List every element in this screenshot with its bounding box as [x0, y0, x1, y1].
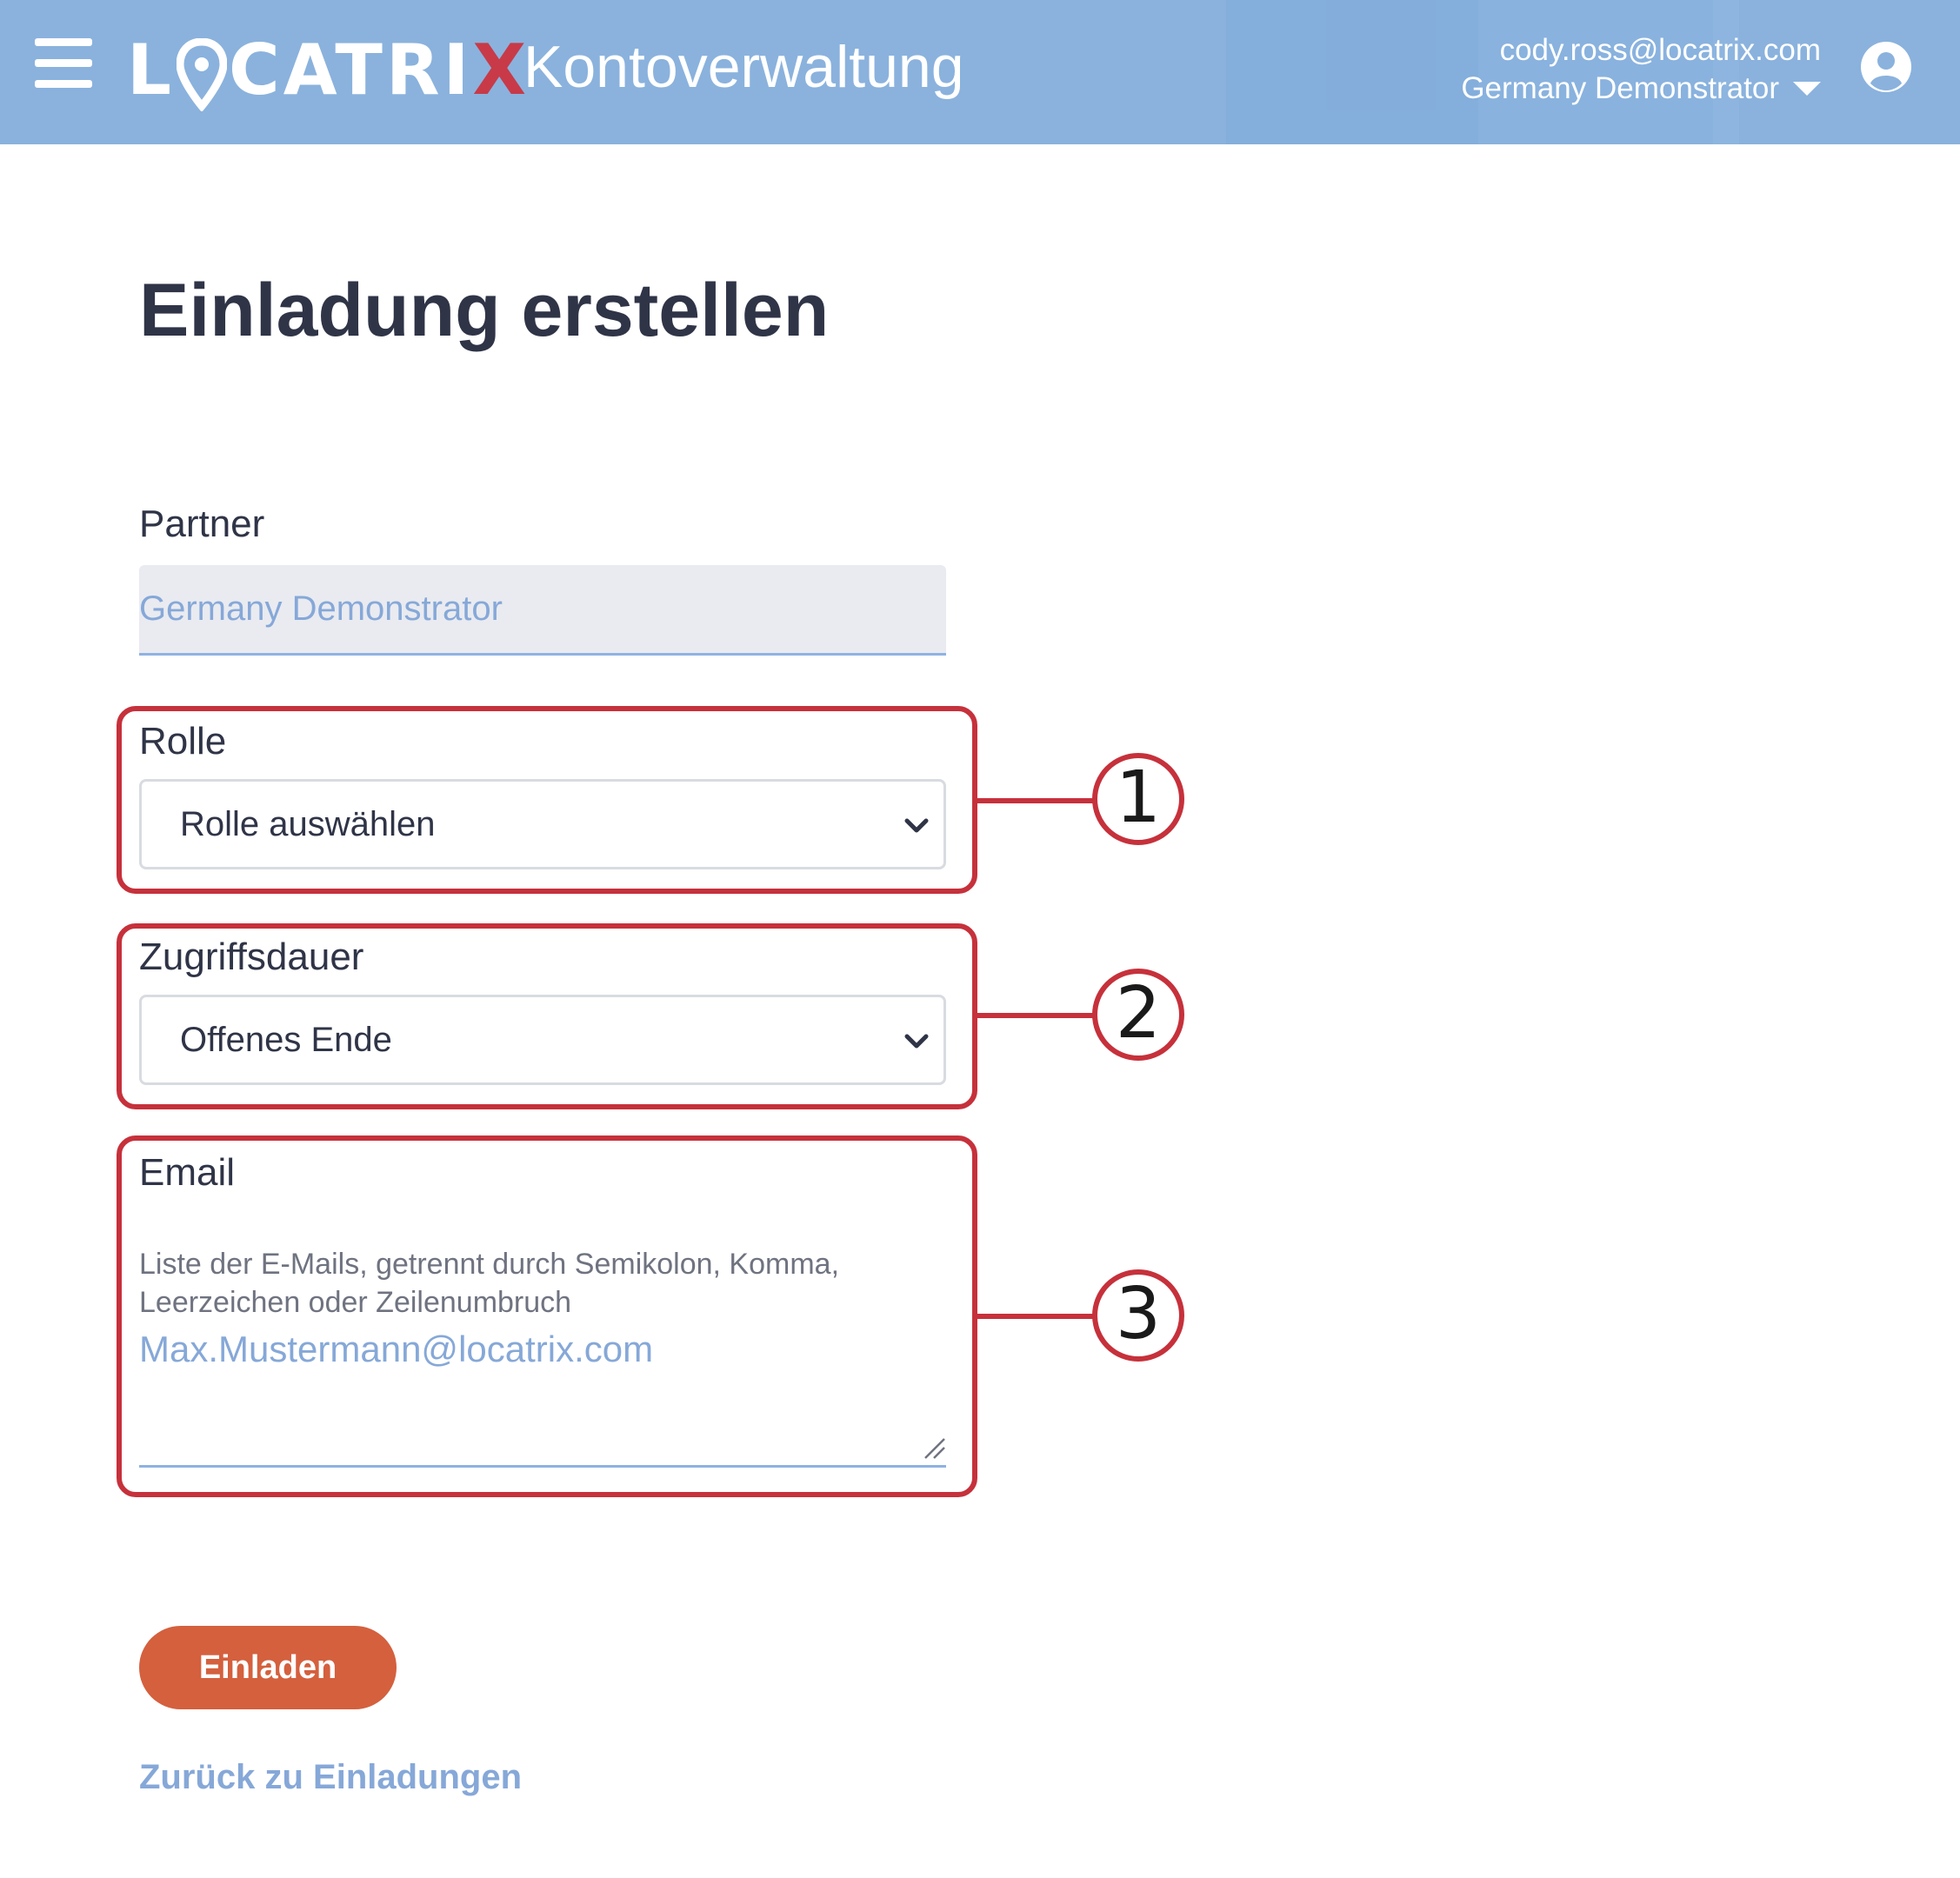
caret-down-icon[interactable]	[1793, 82, 1821, 96]
invite-button[interactable]: Einladen	[139, 1626, 397, 1709]
annotation-connector-1	[977, 798, 1096, 803]
hamburger-menu-icon[interactable]	[35, 38, 92, 89]
annotation-marker-1: 1	[1092, 753, 1184, 845]
map-pin-icon	[176, 38, 227, 111]
locatrix-logo[interactable]: L CATRI X	[127, 17, 530, 122]
logo-letter: L	[127, 29, 175, 110]
partner-value: Germany Demonstrator	[139, 589, 503, 628]
annotation-marker-3: 3	[1092, 1269, 1184, 1362]
annotation-connector-2	[977, 1013, 1096, 1018]
top-header: L CATRI X Kontoverwaltung cody.ross@locat…	[0, 0, 1960, 144]
account-icon[interactable]	[1859, 40, 1913, 94]
annotation-box-2	[117, 923, 977, 1109]
user-menu[interactable]: cody.ross@locatrix.com Germany Demonstra…	[1461, 31, 1821, 108]
logo-letter-x: X	[472, 29, 530, 110]
partner-field: Germany Demonstrator	[139, 565, 946, 656]
app-name: Kontoverwaltung	[523, 34, 964, 100]
partner-label: Partner	[139, 503, 265, 545]
annotation-connector-3	[977, 1314, 1096, 1319]
page-title: Einladung erstellen	[139, 269, 830, 352]
back-to-invitations-link[interactable]: Zurück zu Einladungen	[139, 1758, 522, 1797]
user-email: cody.ross@locatrix.com	[1499, 33, 1821, 67]
annotation-marker-2: 2	[1092, 969, 1184, 1061]
user-organization: Germany Demonstrator	[1461, 71, 1779, 105]
logo-letters: CATRI	[228, 29, 473, 110]
annotation-box-3	[117, 1135, 977, 1497]
annotation-box-1	[117, 706, 977, 894]
